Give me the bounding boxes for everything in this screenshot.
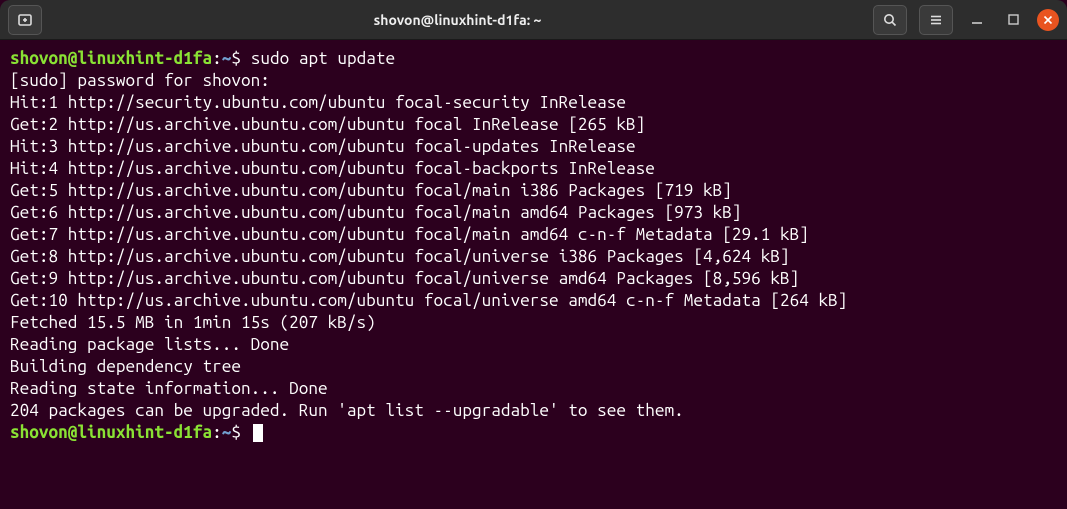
output-line: [sudo] password for shovon: (10, 71, 270, 90)
prompt-colon: : (212, 423, 222, 442)
output-line: Get:7 http://us.archive.ubuntu.com/ubunt… (10, 225, 809, 244)
output-line: Get:9 http://us.archive.ubuntu.com/ubunt… (10, 269, 799, 288)
search-icon (882, 12, 898, 28)
output-line: Get:8 http://us.archive.ubuntu.com/ubunt… (10, 247, 790, 266)
terminal-cursor (253, 424, 263, 442)
terminal-output[interactable]: shovon@linuxhint-d1fa:~$ sudo apt update… (0, 40, 1067, 452)
output-line: Hit:3 http://us.archive.ubuntu.com/ubunt… (10, 137, 636, 156)
new-tab-icon (17, 12, 33, 28)
prompt-symbol: $ (231, 423, 241, 442)
maximize-icon (1008, 14, 1019, 25)
output-line: 204 packages can be upgraded. Run 'apt l… (10, 401, 684, 420)
prompt-user-host: shovon@linuxhint-d1fa (10, 49, 212, 68)
minimize-button[interactable] (965, 8, 989, 32)
output-line: Hit:4 http://us.archive.ubuntu.com/ubunt… (10, 159, 655, 178)
output-line: Building dependency tree (10, 357, 241, 376)
output-line: Get:6 http://us.archive.ubuntu.com/ubunt… (10, 203, 742, 222)
new-tab-button[interactable] (8, 5, 42, 35)
prompt-symbol: $ (231, 49, 241, 68)
command-text: sudo apt update (251, 49, 395, 68)
output-line: Get:5 http://us.archive.ubuntu.com/ubunt… (10, 181, 732, 200)
maximize-button[interactable] (1001, 8, 1025, 32)
search-button[interactable] (873, 5, 907, 35)
menu-button[interactable] (919, 5, 953, 35)
prompt-path: ~ (222, 423, 232, 442)
window-title: shovon@linuxhint-d1fa: ~ (42, 12, 873, 28)
minimize-icon (971, 14, 983, 26)
output-line: Get:2 http://us.archive.ubuntu.com/ubunt… (10, 115, 645, 134)
prompt-user-host: shovon@linuxhint-d1fa (10, 423, 212, 442)
close-icon (1043, 15, 1053, 25)
close-button[interactable] (1037, 9, 1059, 31)
output-line: Get:10 http://us.archive.ubuntu.com/ubun… (10, 291, 847, 310)
hamburger-icon (928, 12, 944, 28)
output-line: Fetched 15.5 MB in 1min 15s (207 kB/s) (10, 313, 376, 332)
output-line: Reading state information... Done (10, 379, 328, 398)
prompt-path: ~ (222, 49, 232, 68)
prompt-colon: : (212, 49, 222, 68)
titlebar-left (8, 5, 42, 35)
output-line: Reading package lists... Done (10, 335, 289, 354)
window-titlebar: shovon@linuxhint-d1fa: ~ (0, 0, 1067, 40)
titlebar-right (873, 5, 1059, 35)
output-line: Hit:1 http://security.ubuntu.com/ubuntu … (10, 93, 626, 112)
